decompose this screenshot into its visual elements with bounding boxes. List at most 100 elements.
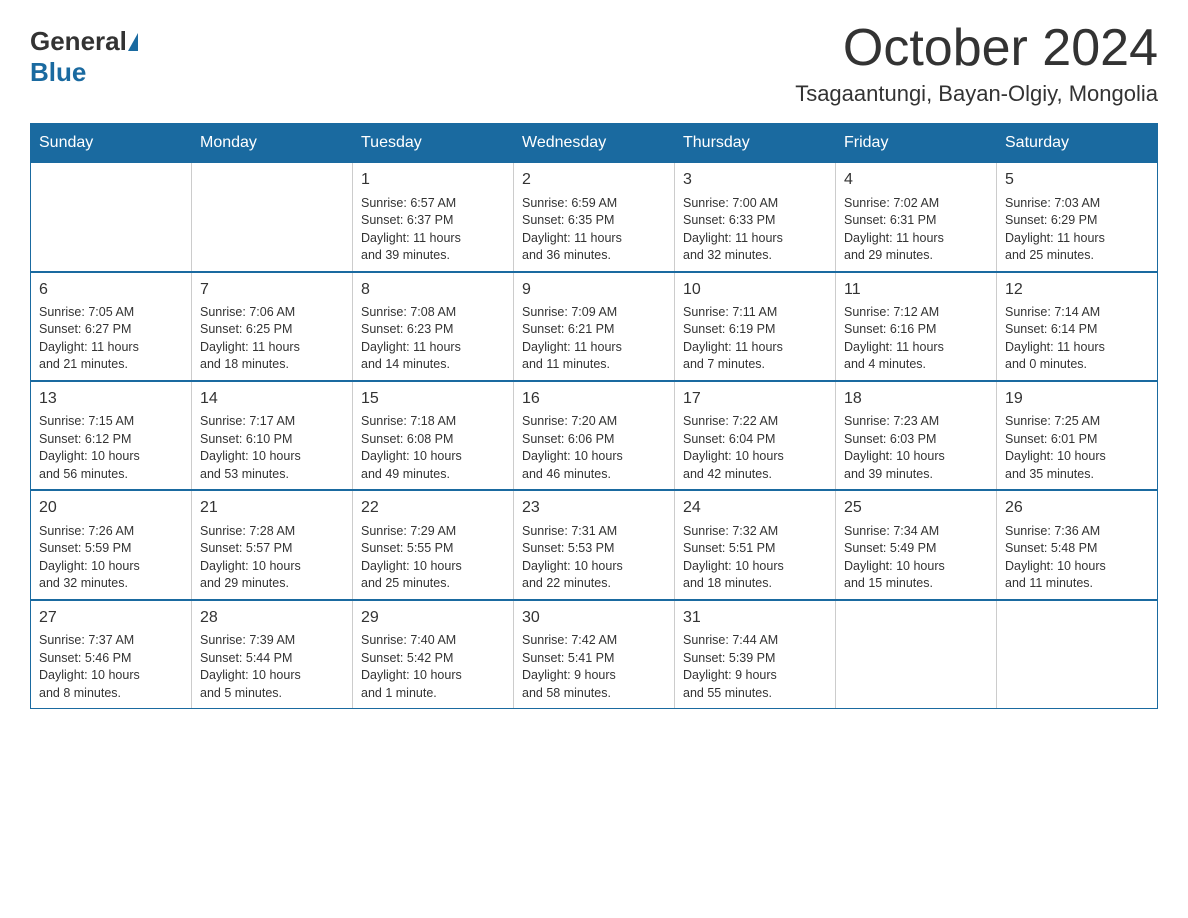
table-row: 27Sunrise: 7:37 AM Sunset: 5:46 PM Dayli…: [31, 600, 192, 709]
col-tuesday: Tuesday: [353, 124, 514, 163]
table-row: [192, 163, 353, 272]
day-info: Sunrise: 7:14 AM Sunset: 6:14 PM Dayligh…: [1005, 304, 1149, 374]
table-row: 22Sunrise: 7:29 AM Sunset: 5:55 PM Dayli…: [353, 490, 514, 599]
day-number: 10: [683, 279, 827, 301]
day-info: Sunrise: 7:26 AM Sunset: 5:59 PM Dayligh…: [39, 523, 183, 593]
day-info: Sunrise: 7:06 AM Sunset: 6:25 PM Dayligh…: [200, 304, 344, 374]
day-info: Sunrise: 7:15 AM Sunset: 6:12 PM Dayligh…: [39, 413, 183, 483]
table-row: 11 Sunrise: 7:12 AM Sunset: 6:16 PM Dayli…: [836, 272, 997, 381]
table-row: 5 Sunrise: 7:03 AM Sunset: 6:29 PM Daylig…: [997, 163, 1158, 272]
table-row: 14 Sunrise: 7:17 AM Sunset: 6:10 PM Dayli…: [192, 381, 353, 490]
day-info: Sunrise: 7:02 AM Sunset: 6:31 PM Dayligh…: [844, 195, 988, 265]
calendar-week-3: 13 Sunrise: 7:15 AM Sunset: 6:12 PM Dayli…: [31, 381, 1158, 490]
day-number: 8: [361, 279, 505, 301]
day-number: 12: [1005, 279, 1149, 301]
day-number: 31: [683, 607, 827, 629]
day-info: Sunrise: 7:03 AM Sunset: 6:29 PM Dayligh…: [1005, 195, 1149, 265]
calendar-header-row: Sunday Monday Tuesday Wednesday Thursday…: [31, 124, 1158, 163]
day-number: 14: [200, 388, 344, 410]
day-number: 6: [39, 279, 183, 301]
calendar-table: Sunday Monday Tuesday Wednesday Thursday…: [30, 123, 1158, 709]
day-info: Sunrise: 7:09 AM Sunset: 6:21 PM Dayligh…: [522, 304, 666, 374]
table-row: 9 Sunrise: 7:09 AM Sunset: 6:21 PM Daylig…: [514, 272, 675, 381]
day-number: 24: [683, 497, 827, 519]
day-number: 22: [361, 497, 505, 519]
day-number: 15: [361, 388, 505, 410]
day-info: Sunrise: 7:31 AM Sunset: 5:53 PM Dayligh…: [522, 523, 666, 593]
day-info: Sunrise: 7:18 AM Sunset: 6:08 PM Dayligh…: [361, 413, 505, 483]
day-info: Sunrise: 7:12 AM Sunset: 6:16 PM Dayligh…: [844, 304, 988, 374]
col-saturday: Saturday: [997, 124, 1158, 163]
day-number: 25: [844, 497, 988, 519]
day-number: 2: [522, 169, 666, 191]
day-info: Sunrise: 7:17 AM Sunset: 6:10 PM Dayligh…: [200, 413, 344, 483]
table-row: 2Sunrise: 6:59 AM Sunset: 6:35 PM Daylig…: [514, 163, 675, 272]
day-info: Sunrise: 7:05 AM Sunset: 6:27 PM Dayligh…: [39, 304, 183, 374]
logo: General Blue: [30, 26, 139, 88]
table-row: 29 Sunrise: 7:40 AM Sunset: 5:42 PM Dayli…: [353, 600, 514, 709]
table-row: 19 Sunrise: 7:25 AM Sunset: 6:01 PM Dayli…: [997, 381, 1158, 490]
day-info: Sunrise: 7:22 AM Sunset: 6:04 PM Dayligh…: [683, 413, 827, 483]
table-row: 7 Sunrise: 7:06 AM Sunset: 6:25 PM Daylig…: [192, 272, 353, 381]
day-number: 18: [844, 388, 988, 410]
day-info: Sunrise: 7:00 AM Sunset: 6:33 PM Dayligh…: [683, 195, 827, 265]
day-number: 9: [522, 279, 666, 301]
table-row: 10Sunrise: 7:11 AM Sunset: 6:19 PM Dayli…: [675, 272, 836, 381]
col-wednesday: Wednesday: [514, 124, 675, 163]
location-title: Tsagaantungi, Bayan-Olgiy, Mongolia: [795, 81, 1158, 107]
day-number: 17: [683, 388, 827, 410]
day-number: 19: [1005, 388, 1149, 410]
day-number: 23: [522, 497, 666, 519]
day-info: Sunrise: 7:34 AM Sunset: 5:49 PM Dayligh…: [844, 523, 988, 593]
day-info: Sunrise: 7:25 AM Sunset: 6:01 PM Dayligh…: [1005, 413, 1149, 483]
table-row: [836, 600, 997, 709]
day-info: Sunrise: 7:28 AM Sunset: 5:57 PM Dayligh…: [200, 523, 344, 593]
table-row: 16 Sunrise: 7:20 AM Sunset: 6:06 PM Dayli…: [514, 381, 675, 490]
table-row: 24 Sunrise: 7:32 AM Sunset: 5:51 PM Dayli…: [675, 490, 836, 599]
day-number: 3: [683, 169, 827, 191]
logo-triangle-icon: [128, 33, 138, 51]
calendar-week-4: 20Sunrise: 7:26 AM Sunset: 5:59 PM Dayli…: [31, 490, 1158, 599]
day-info: Sunrise: 7:32 AM Sunset: 5:51 PM Dayligh…: [683, 523, 827, 593]
table-row: 30Sunrise: 7:42 AM Sunset: 5:41 PM Dayli…: [514, 600, 675, 709]
table-row: [31, 163, 192, 272]
table-row: 12 Sunrise: 7:14 AM Sunset: 6:14 PM Dayli…: [997, 272, 1158, 381]
title-area: October 2024 Tsagaantungi, Bayan-Olgiy, …: [795, 20, 1158, 107]
table-row: 4 Sunrise: 7:02 AM Sunset: 6:31 PM Daylig…: [836, 163, 997, 272]
table-row: 26Sunrise: 7:36 AM Sunset: 5:48 PM Dayli…: [997, 490, 1158, 599]
table-row: 25 Sunrise: 7:34 AM Sunset: 5:49 PM Dayli…: [836, 490, 997, 599]
table-row: 17 Sunrise: 7:22 AM Sunset: 6:04 PM Dayli…: [675, 381, 836, 490]
table-row: 28Sunrise: 7:39 AM Sunset: 5:44 PM Dayli…: [192, 600, 353, 709]
table-row: 21Sunrise: 7:28 AM Sunset: 5:57 PM Dayli…: [192, 490, 353, 599]
table-row: 13 Sunrise: 7:15 AM Sunset: 6:12 PM Dayli…: [31, 381, 192, 490]
day-number: 16: [522, 388, 666, 410]
month-title: October 2024: [795, 20, 1158, 77]
calendar-week-1: 1Sunrise: 6:57 AM Sunset: 6:37 PM Daylig…: [31, 163, 1158, 272]
table-row: 20Sunrise: 7:26 AM Sunset: 5:59 PM Dayli…: [31, 490, 192, 599]
calendar-week-5: 27Sunrise: 7:37 AM Sunset: 5:46 PM Dayli…: [31, 600, 1158, 709]
table-row: 3 Sunrise: 7:00 AM Sunset: 6:33 PM Daylig…: [675, 163, 836, 272]
table-row: [997, 600, 1158, 709]
table-row: 8Sunrise: 7:08 AM Sunset: 6:23 PM Daylig…: [353, 272, 514, 381]
day-info: Sunrise: 7:40 AM Sunset: 5:42 PM Dayligh…: [361, 632, 505, 702]
day-number: 11: [844, 279, 988, 301]
day-number: 29: [361, 607, 505, 629]
col-monday: Monday: [192, 124, 353, 163]
day-info: Sunrise: 7:20 AM Sunset: 6:06 PM Dayligh…: [522, 413, 666, 483]
day-number: 26: [1005, 497, 1149, 519]
day-number: 7: [200, 279, 344, 301]
day-number: 13: [39, 388, 183, 410]
day-number: 4: [844, 169, 988, 191]
day-number: 30: [522, 607, 666, 629]
day-number: 1: [361, 169, 505, 191]
day-info: Sunrise: 7:44 AM Sunset: 5:39 PM Dayligh…: [683, 632, 827, 702]
table-row: 15 Sunrise: 7:18 AM Sunset: 6:08 PM Dayli…: [353, 381, 514, 490]
col-friday: Friday: [836, 124, 997, 163]
table-row: 23 Sunrise: 7:31 AM Sunset: 5:53 PM Dayli…: [514, 490, 675, 599]
table-row: 1Sunrise: 6:57 AM Sunset: 6:37 PM Daylig…: [353, 163, 514, 272]
day-number: 27: [39, 607, 183, 629]
col-sunday: Sunday: [31, 124, 192, 163]
day-info: Sunrise: 7:23 AM Sunset: 6:03 PM Dayligh…: [844, 413, 988, 483]
day-info: Sunrise: 7:39 AM Sunset: 5:44 PM Dayligh…: [200, 632, 344, 702]
day-number: 5: [1005, 169, 1149, 191]
